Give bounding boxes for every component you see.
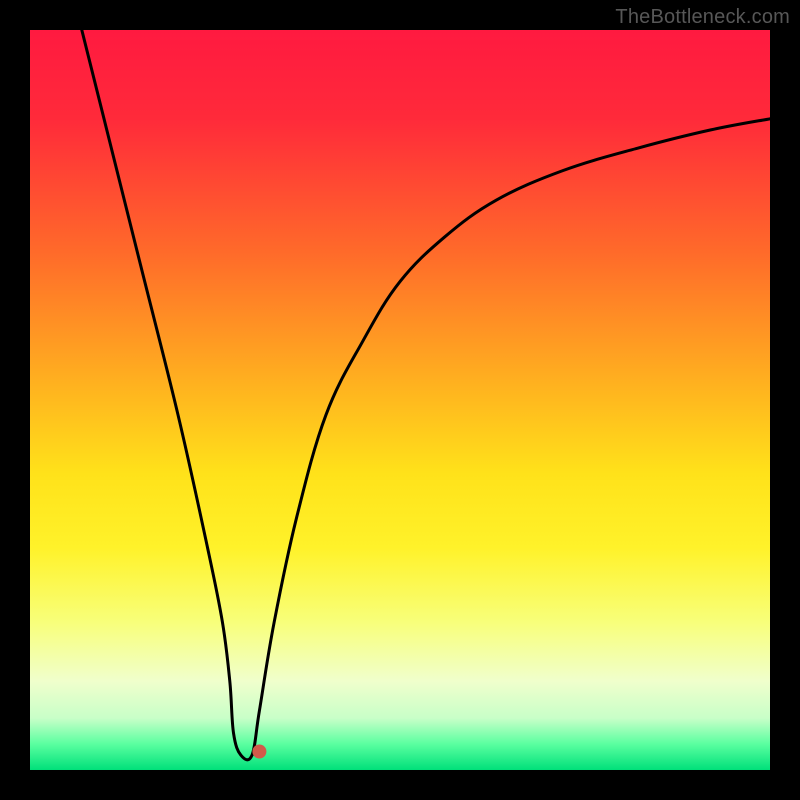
optimum-marker [252,745,266,759]
plot-area [30,30,770,770]
chart-frame: TheBottleneck.com [0,0,800,800]
watermark-credit: TheBottleneck.com [615,6,790,29]
chart-svg [30,30,770,770]
